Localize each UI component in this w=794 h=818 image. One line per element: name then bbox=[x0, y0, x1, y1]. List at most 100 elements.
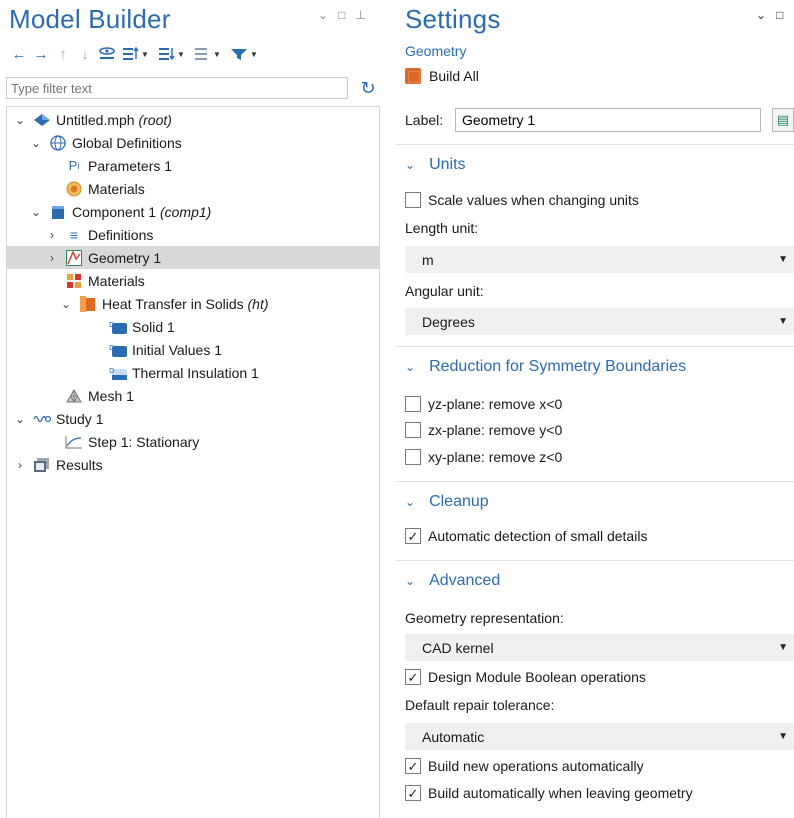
boundary-node-icon: D bbox=[109, 365, 127, 381]
build-leaving-checkbox[interactable]: ✓ bbox=[405, 785, 421, 801]
up-arrow-icon[interactable]: ↑ bbox=[53, 44, 73, 64]
chevron-down-icon[interactable]: ⌄ bbox=[318, 8, 328, 22]
section-units-header[interactable]: ⌄ Units bbox=[396, 144, 794, 184]
zx-plane-checkbox-row[interactable]: zx-plane: remove y<0 bbox=[405, 422, 562, 438]
chevron-down-icon[interactable]: ⌄ bbox=[29, 205, 43, 219]
pane-title: Model Builder bbox=[9, 4, 171, 34]
xy-plane-checkbox-row[interactable]: xy-plane: remove z<0 bbox=[405, 449, 562, 465]
tree-item-global-materials[interactable]: Materials bbox=[7, 177, 379, 200]
select-value: Degrees bbox=[422, 313, 475, 330]
auto-detect-checkbox[interactable]: ✓ bbox=[405, 528, 421, 544]
design-module-checkbox-row[interactable]: ✓ Design Module Boolean operations bbox=[405, 669, 646, 685]
checkbox-label: Build new operations automatically bbox=[428, 758, 644, 774]
repair-tolerance-label: Default repair tolerance: bbox=[405, 697, 555, 713]
checkbox-label: Build automatically when leaving geometr… bbox=[428, 785, 693, 801]
section-cleanup-header[interactable]: ⌄ Cleanup bbox=[396, 481, 794, 521]
tree-item-thermal-insulation[interactable]: D Thermal Insulation 1 bbox=[7, 361, 379, 384]
scale-values-checkbox[interactable] bbox=[405, 192, 421, 208]
zx-plane-checkbox[interactable] bbox=[405, 422, 421, 438]
tree-item-parameters[interactable]: Pi Parameters 1 bbox=[7, 154, 379, 177]
settings-pane: Settings ⌄ □ ⊥ Geometry Build All Label:… bbox=[396, 0, 794, 818]
model-builder-pane: Model Builder ⌄ □ ⊥ ← → ↑ ↓ ▼ ▼ ▼ ▼ ↻ bbox=[0, 0, 387, 818]
section-advanced-header[interactable]: ⌄ Advanced bbox=[396, 560, 794, 600]
list-menu-icon[interactable]: ▼ bbox=[191, 44, 225, 64]
tree-item-component-materials[interactable]: Materials bbox=[7, 269, 379, 292]
section-title: Reduction for Symmetry Boundaries bbox=[429, 357, 687, 375]
tree-label: Heat Transfer in Solids bbox=[102, 295, 244, 312]
back-arrow-icon[interactable]: ← bbox=[9, 44, 29, 64]
angular-unit-select[interactable]: Degrees ▼ bbox=[405, 308, 794, 335]
chevron-down-icon[interactable]: ⌄ bbox=[13, 113, 27, 127]
model-tree: ⌄ Untitled.mph (root) ⌄ Global Definitio… bbox=[6, 106, 380, 818]
tree-item-study[interactable]: ⌄ Study 1 bbox=[7, 407, 379, 430]
expand-menu-icon[interactable]: ▼ bbox=[119, 44, 153, 64]
auto-detect-checkbox-row[interactable]: ✓ Automatic detection of small details bbox=[405, 528, 647, 544]
show-icon[interactable] bbox=[97, 44, 117, 64]
tree-item-heat-transfer[interactable]: ⌄ Heat Transfer in Solids (ht) bbox=[7, 292, 379, 315]
tree-item-mesh[interactable]: Mesh 1 bbox=[7, 384, 379, 407]
tree-label: Materials bbox=[88, 272, 145, 289]
tree-label: Initial Values 1 bbox=[132, 341, 223, 358]
section-symmetry-header[interactable]: ⌄ Reduction for Symmetry Boundaries bbox=[396, 346, 794, 386]
chevron-down-icon[interactable]: ⌄ bbox=[59, 297, 73, 311]
scale-values-checkbox-row[interactable]: Scale values when changing units bbox=[405, 192, 639, 208]
tree-item-solid[interactable]: D Solid 1 bbox=[7, 315, 379, 338]
angular-unit-label: Angular unit: bbox=[405, 283, 484, 299]
section-advanced: ⌄ Advanced bbox=[396, 560, 794, 600]
materials-icon bbox=[65, 273, 83, 289]
section-units: ⌄ Units bbox=[396, 144, 794, 184]
chevron-right-icon[interactable]: › bbox=[45, 228, 59, 242]
build-new-checkbox-row[interactable]: ✓ Build new operations automatically bbox=[405, 758, 644, 774]
length-unit-select[interactable]: m ▼ bbox=[405, 246, 794, 273]
tree-item-global-definitions[interactable]: ⌄ Global Definitions bbox=[7, 131, 379, 154]
filter-input[interactable] bbox=[6, 77, 348, 99]
tree-label: Mesh 1 bbox=[88, 387, 134, 404]
refresh-icon[interactable]: ↻ bbox=[357, 77, 379, 99]
dropdown-arrow-icon: ▼ bbox=[778, 642, 788, 653]
tree-item-results[interactable]: › Results bbox=[7, 453, 379, 476]
forward-arrow-icon[interactable]: → bbox=[31, 44, 51, 64]
tree-item-component[interactable]: ⌄ Component 1 (comp1) bbox=[7, 200, 379, 223]
select-value: Automatic bbox=[422, 728, 485, 745]
chevron-right-icon[interactable]: › bbox=[45, 251, 59, 265]
chevron-down-icon: ⌄ bbox=[405, 359, 416, 374]
chevron-down-icon[interactable]: ⌄ bbox=[13, 412, 27, 426]
build-all-button[interactable]: Build All bbox=[405, 68, 479, 84]
select-value: CAD kernel bbox=[422, 639, 494, 656]
tree-item-step[interactable]: Step 1: Stationary bbox=[7, 430, 379, 453]
step-icon bbox=[65, 434, 83, 450]
pin-icon[interactable]: ⊥ bbox=[355, 8, 365, 22]
build-all-label: Build All bbox=[429, 68, 479, 84]
yz-plane-checkbox[interactable] bbox=[405, 396, 421, 412]
tree-label: Parameters 1 bbox=[88, 157, 173, 174]
tree-item-initial-values[interactable]: D Initial Values 1 bbox=[7, 338, 379, 361]
build-new-checkbox[interactable]: ✓ bbox=[405, 758, 421, 774]
tree-item-geometry[interactable]: › Geometry 1 bbox=[7, 246, 379, 269]
section-symmetry: ⌄ Reduction for Symmetry Boundaries bbox=[396, 346, 794, 386]
tree-label: Definitions bbox=[88, 226, 154, 243]
label-caption: Label: bbox=[405, 112, 444, 128]
chevron-down-icon: ⌄ bbox=[405, 494, 416, 509]
label-comment-icon[interactable]: ▤ bbox=[772, 108, 794, 132]
xy-plane-checkbox[interactable] bbox=[405, 449, 421, 465]
repair-tolerance-select[interactable]: Automatic ▼ bbox=[405, 723, 794, 750]
geometry-representation-select[interactable]: CAD kernel ▼ bbox=[405, 634, 794, 661]
collapse-menu-icon[interactable]: ▼ bbox=[155, 44, 189, 64]
design-module-checkbox[interactable]: ✓ bbox=[405, 669, 421, 685]
restore-window-icon[interactable]: □ bbox=[776, 8, 783, 22]
build-leaving-checkbox-row[interactable]: ✓ Build automatically when leaving geome… bbox=[405, 785, 693, 801]
tree-item-definitions[interactable]: › ≡ Definitions bbox=[7, 223, 379, 246]
yz-plane-checkbox-row[interactable]: yz-plane: remove x<0 bbox=[405, 396, 562, 412]
label-field[interactable] bbox=[455, 108, 761, 132]
down-arrow-icon[interactable]: ↓ bbox=[75, 44, 95, 64]
chevron-down-icon[interactable]: ⌄ bbox=[29, 136, 43, 150]
settings-subtitle: Geometry bbox=[405, 43, 467, 59]
model-builder-toolbar: ← → ↑ ↓ ▼ ▼ ▼ ▼ bbox=[9, 44, 261, 64]
tree-item-root[interactable]: ⌄ Untitled.mph (root) bbox=[7, 108, 379, 131]
filter-menu-icon[interactable]: ▼ bbox=[227, 44, 261, 64]
chevron-down-icon[interactable]: ⌄ bbox=[756, 8, 766, 22]
restore-window-icon[interactable]: □ bbox=[338, 8, 345, 22]
chevron-down-icon: ⌄ bbox=[405, 573, 416, 588]
chevron-right-icon[interactable]: › bbox=[13, 458, 27, 472]
tree-suffix: (ht) bbox=[247, 295, 269, 312]
